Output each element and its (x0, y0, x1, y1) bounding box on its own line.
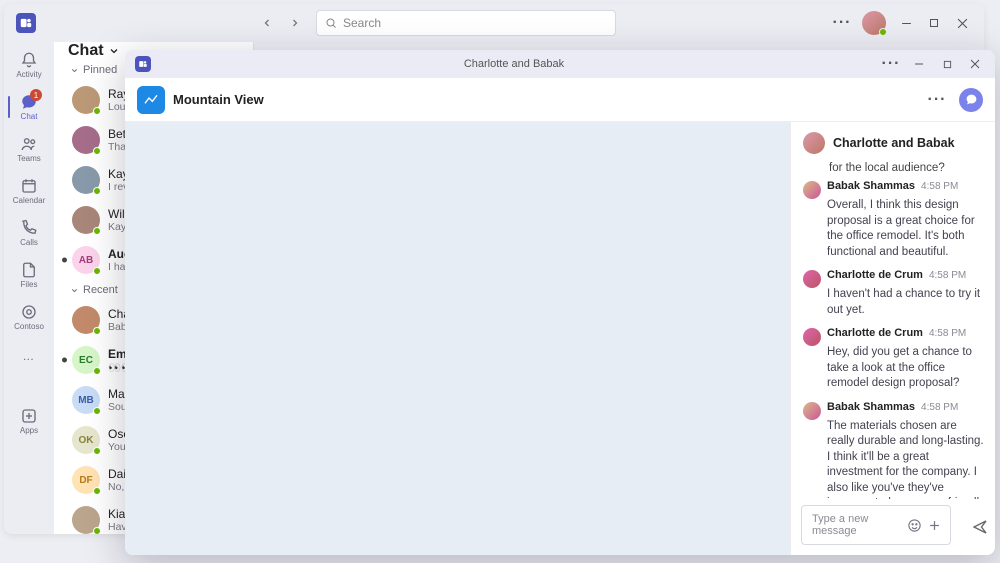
message-body: I haven't had a chance to try it out yet… (827, 287, 985, 318)
open-chat-button[interactable] (959, 88, 983, 112)
presence-icon (93, 327, 101, 335)
nav-back-button[interactable] (256, 12, 278, 34)
search-placeholder: Search (343, 16, 381, 30)
app-rail: ActivityChat1TeamsCalendarCallsFilesCont… (4, 42, 54, 534)
avatar: OK (72, 426, 100, 454)
send-button[interactable] (965, 512, 995, 542)
message-time: 4:58 PM (921, 181, 958, 192)
presence-icon (93, 407, 101, 415)
popout-maximize-button[interactable] (933, 50, 961, 78)
avatar (72, 126, 100, 154)
presence-icon (93, 447, 101, 455)
message-body: Hey, did you get a chance to take a look… (827, 345, 985, 392)
message: Charlotte de Crum 4:58 PM I haven't had a … (803, 269, 985, 318)
chevron-down-icon (70, 66, 79, 75)
avatar (72, 166, 100, 194)
message-author: Charlotte de Crum (827, 327, 923, 339)
presence-available-icon (879, 28, 887, 36)
message-author: Babak Shammas (827, 401, 915, 413)
teams-logo-icon (16, 13, 36, 33)
popout-more-button[interactable]: ··· (877, 50, 905, 78)
more-button[interactable]: ··· (828, 9, 856, 37)
message: Babak Shammas 4:58 PM The materials chosen… (803, 401, 985, 499)
current-user-avatar[interactable] (862, 11, 886, 35)
message: Babak Shammas 4:58 PM Overall, I think thi… (803, 180, 985, 260)
message-author: Babak Shammas (827, 180, 915, 192)
chevron-down-icon (70, 286, 79, 295)
avatar (72, 86, 100, 114)
mountain-view-app-icon (137, 86, 165, 114)
message-time: 4:58 PM (929, 328, 966, 339)
add-attachment-button[interactable] (924, 514, 944, 536)
presence-icon (93, 187, 101, 195)
popout-close-button[interactable] (961, 50, 989, 78)
chat-header-avatar (803, 132, 825, 154)
popout-title: Charlotte and Babak (151, 58, 877, 70)
popout-app-name: Mountain View (173, 92, 923, 107)
partial-message-text: for the local audience? (803, 162, 985, 174)
rail-badge: 1 (30, 89, 42, 101)
search-input[interactable]: Search (316, 10, 616, 36)
presence-icon (93, 147, 101, 155)
emoji-button[interactable] (905, 514, 925, 536)
popout-minimize-button[interactable] (905, 50, 933, 78)
rail-item-calendar[interactable]: Calendar (8, 170, 50, 212)
rail-item-teams[interactable]: Teams (8, 128, 50, 170)
side-chat-header: Charlotte and Babak (791, 122, 995, 160)
popout-window: Charlotte and Babak ··· Mountain View ··… (125, 50, 995, 555)
presence-icon (93, 227, 101, 235)
teams-logo-icon (135, 56, 151, 72)
rail-item-chat[interactable]: Chat1 (8, 86, 50, 128)
app-canvas[interactable] (125, 122, 790, 555)
popout-app-header: Mountain View ··· (125, 78, 995, 122)
presence-icon (93, 367, 101, 375)
search-icon (325, 17, 337, 29)
rail-apps-label: Apps (20, 426, 38, 435)
avatar: DF (72, 466, 100, 494)
message-avatar (803, 270, 821, 288)
window-close-button[interactable] (948, 9, 976, 37)
rail-item-calls[interactable]: Calls (8, 212, 50, 254)
avatar (72, 206, 100, 234)
message-author: Charlotte de Crum (827, 269, 923, 281)
avatar: AB (72, 246, 100, 274)
message-body: The materials chosen are really durable … (827, 419, 985, 499)
presence-icon (93, 107, 101, 115)
main-titlebar: Search ··· (4, 4, 984, 42)
avatar: EC (72, 346, 100, 374)
message-avatar (803, 328, 821, 346)
rail-item-files[interactable]: Files (8, 254, 50, 296)
rail-item-contoso[interactable]: Contoso (8, 296, 50, 338)
compose-placeholder: Type a new message (812, 513, 905, 537)
chevron-down-icon (108, 45, 120, 57)
presence-icon (93, 527, 101, 534)
rail-item-activity[interactable]: Activity (8, 44, 50, 86)
window-maximize-button[interactable] (920, 9, 948, 37)
avatar (72, 306, 100, 334)
message-body: Overall, I think this design proposal is… (827, 198, 985, 260)
side-chat-panel: Charlotte and Babak for the local audien… (790, 122, 995, 555)
rail-apps-button[interactable]: Apps (8, 400, 50, 442)
message-avatar (803, 181, 821, 199)
compose-input[interactable]: Type a new message (801, 505, 951, 545)
message-time: 4:58 PM (929, 270, 966, 281)
nav-forward-button[interactable] (284, 12, 306, 34)
popout-app-more-button[interactable]: ··· (923, 86, 951, 114)
window-minimize-button[interactable] (892, 9, 920, 37)
avatar (72, 506, 100, 534)
apps-icon (20, 407, 38, 425)
message-avatar (803, 402, 821, 420)
message: Charlotte de Crum 4:58 PM Hey, did you get… (803, 327, 985, 392)
message-list[interactable]: for the local audience? Babak Shammas 4:5… (791, 160, 995, 499)
presence-icon (93, 267, 101, 275)
presence-icon (93, 487, 101, 495)
avatar: MB (72, 386, 100, 414)
message-time: 4:58 PM (921, 402, 958, 413)
rail-more-button[interactable]: ··· (8, 338, 50, 380)
popout-titlebar: Charlotte and Babak ··· (125, 50, 995, 78)
